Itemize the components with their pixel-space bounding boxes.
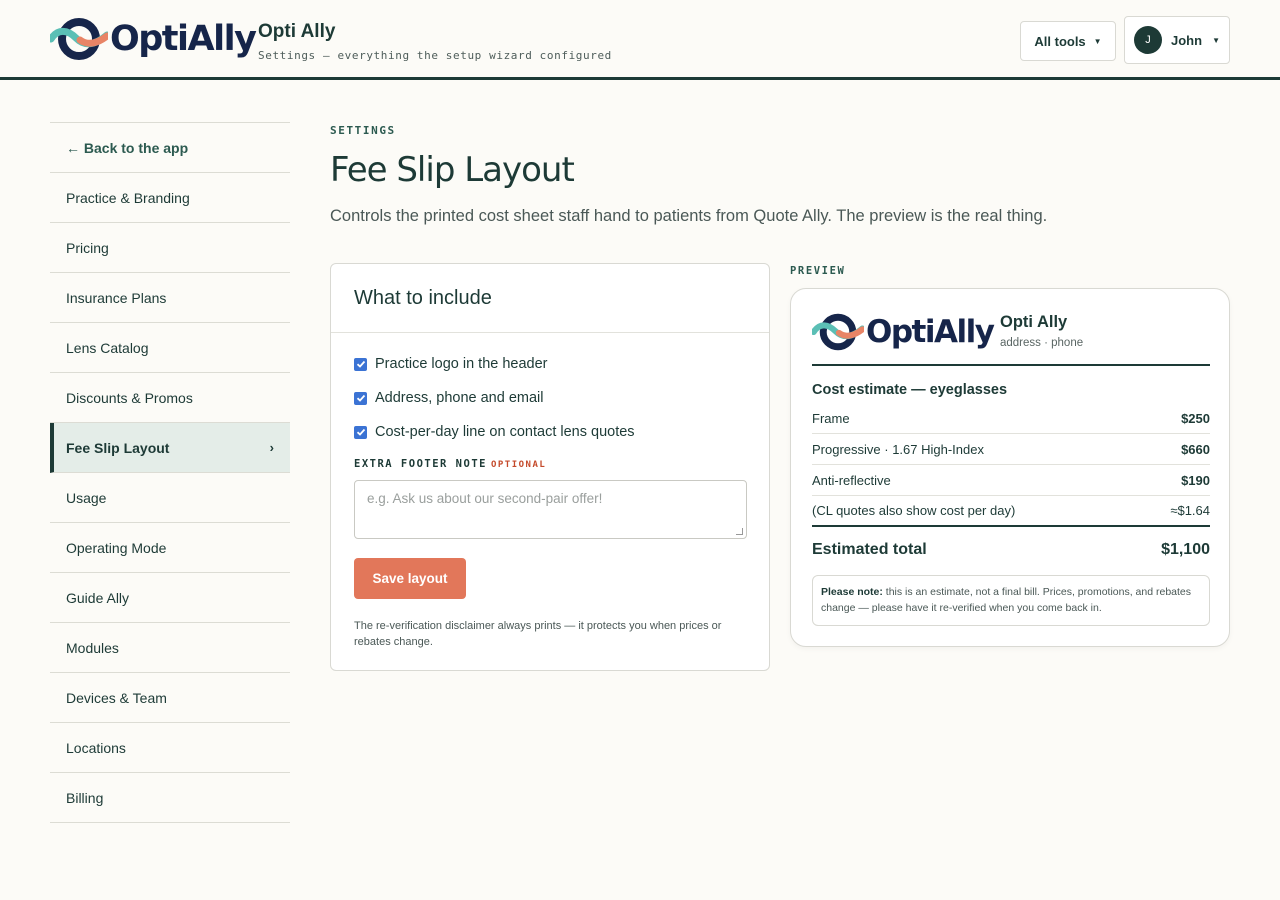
sidebar-item-pricing[interactable]: Pricing (50, 223, 290, 273)
caret-down-icon: ▼ (1212, 35, 1220, 45)
line-item-amount: $660 (1181, 441, 1210, 457)
total-label: Estimated total (812, 541, 927, 558)
sidebar-item-label: Insurance Plans (66, 289, 167, 306)
top-bar: OptiAlly Opti Ally Settings — everything… (0, 0, 1280, 80)
include-options-card: What to include Practice logo in the hea… (330, 263, 770, 671)
line-item: Progressive · 1.67 High-Index $660 (812, 434, 1210, 465)
check-icon (356, 428, 365, 436)
checkbox-label: Practice logo in the header (375, 356, 548, 372)
sidebar-item-label: Guide Ally (66, 589, 130, 606)
preview-logo: OptiAlly (812, 312, 995, 352)
sidebar-item-label: Pricing (66, 239, 109, 256)
line-item-label: Progressive · 1.67 High-Index (812, 441, 984, 457)
footer-note-input[interactable]: e.g. Ask us about our second-pair offer! (354, 480, 747, 539)
sidebar-item-label: Devices & Team (66, 689, 167, 706)
checkbox-row-address: Address, phone and email (354, 390, 543, 406)
sidebar-item-operating-mode[interactable]: Operating Mode (50, 523, 290, 573)
sidebar-item-label: Modules (66, 639, 119, 656)
preview-practice-name: Opti Ally (1000, 313, 1068, 331)
fee-slip-preview: OptiAlly Opti Ally address · phone Cost … (790, 288, 1230, 647)
line-item-amount: $190 (1181, 472, 1210, 488)
sidebar-item-label: Lens Catalog (66, 339, 149, 356)
line-item-amount: $250 (1181, 410, 1210, 426)
sidebar-item-label: Billing (66, 789, 104, 806)
total-amount: $1,100 (1161, 541, 1210, 558)
resize-handle-icon[interactable] (736, 528, 743, 535)
check-icon (356, 394, 365, 402)
sidebar-item-back[interactable]: ← Back to the app (50, 123, 290, 173)
user-name: John (1171, 32, 1203, 48)
sidebar-item-locations[interactable]: Locations (50, 723, 290, 773)
preview-label: PREVIEW (790, 265, 846, 277)
checkbox-label: Address, phone and email (375, 390, 544, 406)
sidebar-item-label: ← Back to the app (66, 139, 189, 156)
sidebar-item-lens-catalog[interactable]: Lens Catalog (50, 323, 290, 373)
optional-tag: OPTIONAL (490, 460, 547, 470)
page-description: Controls the printed cost sheet staff ha… (330, 207, 1048, 225)
preview-address: address · phone (1000, 337, 1084, 349)
checkbox-label: Cost-per-day line on contact lens quotes (375, 424, 635, 440)
sidebar-item-insurance-plans[interactable]: Insurance Plans (50, 273, 290, 323)
sidebar-item-billing[interactable]: Billing (50, 773, 290, 823)
line-item-label: (CL quotes also show cost per day) (812, 503, 1016, 518)
note-bold: Please note: (821, 586, 883, 598)
sidebar-item-practice-branding[interactable]: Practice & Branding (50, 173, 290, 223)
divider (812, 364, 1210, 366)
line-item-label: Anti-reflective (812, 472, 891, 488)
settings-sidebar: ← Back to the app Practice & Branding Pr… (50, 122, 290, 823)
preview-disclaimer: Please note: this is an estimate, not a … (812, 575, 1210, 626)
line-item-amount: ≈$1.64 (1170, 503, 1210, 518)
all-tools-dropdown[interactable]: All tools ▼ (1020, 21, 1116, 61)
estimated-total: Estimated total $1,100 (812, 541, 1210, 559)
card-heading: What to include (331, 264, 769, 333)
sidebar-item-label: Operating Mode (66, 539, 167, 556)
cost-per-day-checkbox[interactable] (354, 425, 367, 439)
app-subtitle: Settings — everything the setup wizard c… (258, 49, 612, 62)
sidebar-item-label: Practice & Branding (66, 189, 190, 206)
sidebar-item-label: Locations (66, 739, 126, 756)
logo-mark-icon (50, 18, 108, 60)
sidebar-item-discounts-promos[interactable]: Discounts & Promos (50, 373, 290, 423)
sidebar-item-fee-slip-layout[interactable]: Fee Slip Layout › (50, 423, 290, 473)
sidebar-item-label: Fee Slip Layout (66, 439, 170, 456)
app-title: Opti Ally (258, 21, 336, 42)
disclaimer-note: The re-verification disclaimer always pr… (354, 620, 722, 648)
line-item-label: Frame (812, 410, 850, 426)
sidebar-item-label: Discounts & Promos (66, 389, 193, 406)
line-item: Frame $250 (812, 403, 1210, 434)
user-menu[interactable]: J John ▼ (1124, 16, 1230, 64)
page-title: Fee Slip Layout (330, 150, 575, 190)
address-checkbox[interactable] (354, 391, 367, 405)
section-eyebrow: SETTINGS (330, 124, 396, 137)
line-item: (CL quotes also show cost per day) ≈$1.64 (812, 496, 1210, 527)
save-layout-button[interactable]: Save layout (354, 558, 466, 599)
sidebar-item-guide-ally[interactable]: Guide Ally (50, 573, 290, 623)
sidebar-item-modules[interactable]: Modules (50, 623, 290, 673)
checkbox-row-cost-per-day: Cost-per-day line on contact lens quotes (354, 424, 635, 440)
avatar: J (1134, 26, 1162, 54)
check-icon (356, 360, 365, 368)
caret-down-icon: ▼ (1093, 36, 1102, 46)
chevron-right-icon: › (269, 440, 274, 455)
app-logo[interactable]: OptiAlly (50, 16, 257, 62)
sidebar-item-usage[interactable]: Usage (50, 473, 290, 523)
sidebar-item-label: Usage (66, 489, 107, 506)
footer-note-label-text: EXTRA FOOTER NOTE (354, 458, 487, 470)
footer-note-placeholder: e.g. Ask us about our second-pair offer! (367, 491, 603, 506)
preview-heading: Cost estimate — eyeglasses (812, 382, 1008, 398)
logo-checkbox[interactable] (354, 357, 367, 371)
logo-mark-icon (812, 313, 864, 351)
sidebar-item-devices-team[interactable]: Devices & Team (50, 673, 290, 723)
footer-note-label: EXTRA FOOTER NOTE OPTIONAL (354, 458, 546, 470)
logo-wordmark: OptiAlly (110, 19, 257, 59)
logo-wordmark: OptiAlly (866, 314, 995, 350)
line-item: Anti-reflective $190 (812, 465, 1210, 496)
checkbox-row-logo: Practice logo in the header (354, 356, 548, 372)
all-tools-label: All tools (1034, 33, 1086, 49)
